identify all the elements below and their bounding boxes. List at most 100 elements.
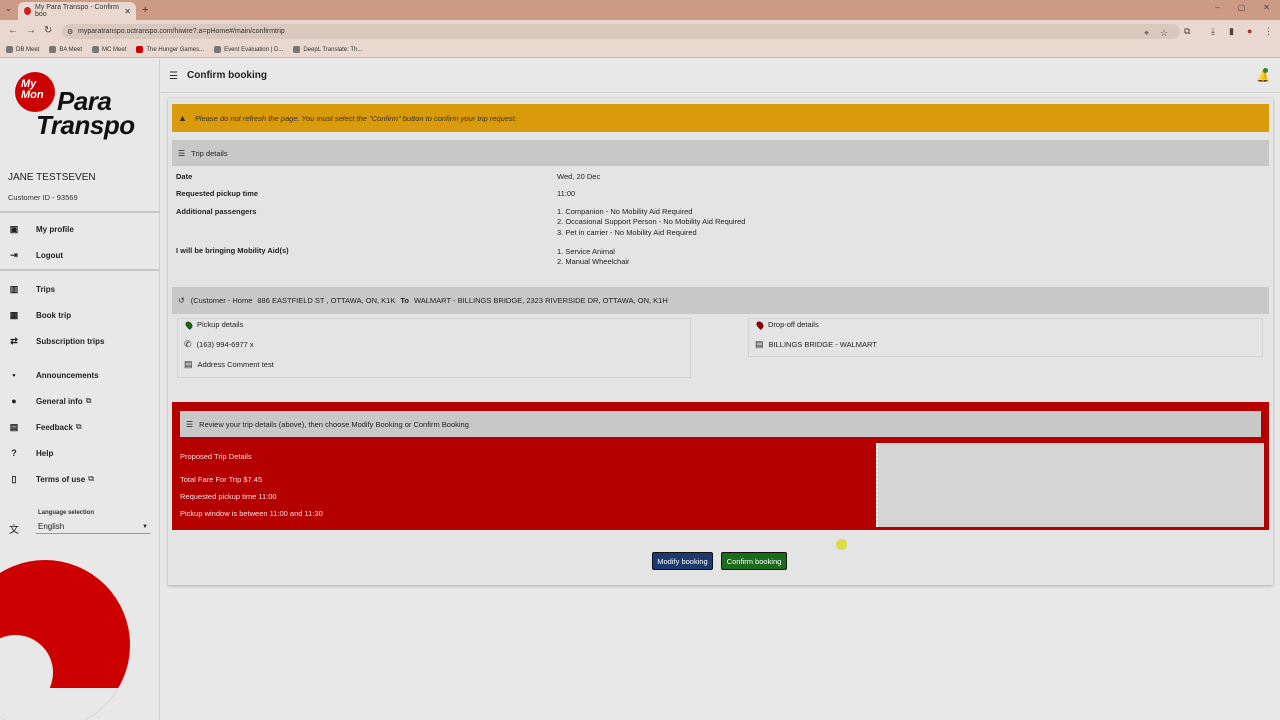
sidebar-item-label: Subscription trips bbox=[36, 336, 105, 346]
date-label: Date bbox=[176, 172, 193, 181]
customer-id: Customer ID - 93569 bbox=[8, 193, 78, 202]
sidebar-item-label: My profile bbox=[36, 224, 74, 234]
review-instruction-text: Review your trip details (above), then c… bbox=[199, 419, 469, 429]
bookmark-item[interactable]: DB Meet bbox=[6, 46, 39, 53]
dropoff-title-text: Drop-off details bbox=[768, 320, 819, 329]
sidebar-item-logout[interactable]: ⇥ Logout bbox=[0, 245, 160, 265]
maximize-icon[interactable]: ▢ bbox=[1238, 3, 1246, 12]
tab-close-icon[interactable]: ✕ bbox=[124, 7, 131, 16]
pickup-phone-text: (163) 994-6977 x bbox=[196, 340, 254, 349]
sidebar-item-my-profile[interactable]: ▣ My profile bbox=[0, 219, 160, 239]
reload-icon[interactable]: ↻ bbox=[44, 25, 52, 36]
new-tab-icon[interactable]: + bbox=[142, 4, 148, 16]
language-label: Language selection bbox=[38, 510, 95, 516]
sidebar-item-trips[interactable]: ▥ Trips bbox=[0, 279, 160, 299]
passengers-list: 1. Companion - No Mobility Aid Required … bbox=[557, 207, 745, 238]
external-link-icon: ⧉ bbox=[85, 396, 92, 405]
tab-search-icon[interactable]: ⌄ bbox=[5, 4, 12, 13]
route-from-label: (Customer - Home bbox=[190, 296, 253, 305]
modify-booking-button[interactable]: Modify booking bbox=[652, 552, 713, 570]
mobility-aids-list: 1. Service Animal 2. Manual Wheelchair bbox=[557, 247, 630, 268]
page-title: Confirm booking bbox=[187, 70, 267, 81]
forward-icon[interactable]: → bbox=[26, 25, 36, 36]
menu-icon[interactable]: ☰ bbox=[169, 71, 178, 82]
list-item: 2. Occasional Support Person - No Mobili… bbox=[557, 217, 746, 227]
site-info-icon[interactable]: ⚙ bbox=[67, 28, 73, 36]
location-icon[interactable]: ⌖ bbox=[1144, 28, 1149, 39]
sidepanel-icon[interactable]: ▮ bbox=[1229, 26, 1234, 37]
sidebar-item-general-info[interactable]: ● General info ⧉ bbox=[0, 391, 160, 411]
bookmark-item[interactable]: The Hunger Games... bbox=[136, 46, 204, 53]
user-name: JANE TESTSEVEN bbox=[8, 172, 96, 183]
route-to-word: To bbox=[400, 296, 409, 305]
url-bar[interactable]: ⚙ myparatranspo.octranspo.com/hiwire?.a=… bbox=[62, 24, 1180, 39]
notification-badge bbox=[1263, 68, 1268, 73]
extensions-icon[interactable]: ⧉ bbox=[1184, 26, 1190, 37]
pickup-pin-icon bbox=[184, 319, 194, 330]
list-item: 2. Manual Wheelchair bbox=[557, 257, 630, 267]
bookmark-item[interactable]: DeepL Translate: Th... bbox=[293, 46, 362, 53]
download-icon[interactable]: ⤓ bbox=[1211, 26, 1215, 37]
minimize-icon[interactable]: – bbox=[1215, 3, 1219, 12]
sidebar-item-terms-of-use[interactable]: ▯ Terms of use ⧉ bbox=[0, 469, 160, 489]
bookmark-item[interactable]: MC Meet bbox=[92, 46, 126, 53]
pickup-comment-text: Address Comment test bbox=[197, 360, 274, 369]
pickup-time-label: Requested pickup time bbox=[176, 189, 259, 198]
dropoff-comment: ▤ BILLINGS BRIDGE - WALMART bbox=[755, 339, 877, 350]
profile-avatar-icon[interactable]: ● bbox=[1247, 26, 1252, 36]
list-icon: ☰ bbox=[178, 148, 186, 158]
sidebar-item-feedback[interactable]: ▤ Feedback ⧉ bbox=[0, 417, 160, 437]
app-topbar bbox=[161, 59, 1280, 93]
url-text: myparatranspo.octranspo.com/hiwire?.a=pH… bbox=[78, 28, 285, 35]
help-icon: ? bbox=[11, 448, 17, 458]
browser-tab[interactable]: My Para Transpo - Confirm boo ✕ bbox=[18, 2, 136, 20]
calendar-icon: ▦ bbox=[9, 309, 19, 320]
language-value: English bbox=[38, 522, 65, 531]
favicon-icon bbox=[24, 7, 31, 15]
list-item: 3. Pet in carrier - No Mobility Aid Requ… bbox=[557, 227, 697, 237]
logo-shape-cut bbox=[0, 688, 130, 720]
review-instruction-bar: ☰ Review your trip details (above), then… bbox=[180, 411, 1261, 437]
dropoff-details-pane bbox=[748, 318, 1263, 357]
bookmark-label: Event Evaluation | D... bbox=[224, 46, 284, 53]
sidebar-divider bbox=[0, 211, 160, 213]
phone-icon: ✆ bbox=[184, 339, 192, 349]
pickup-phone: ✆ (163) 994-6977 x bbox=[184, 339, 254, 350]
language-select[interactable]: English ▼ bbox=[36, 520, 150, 534]
deepl-icon bbox=[293, 46, 301, 53]
sidebar-item-label: Help bbox=[36, 448, 54, 458]
sidebar-item-announcements[interactable]: ▪ Announcements bbox=[0, 365, 160, 385]
sidebar-item-label: General info bbox=[36, 396, 83, 406]
window-close-icon[interactable]: ✕ bbox=[1263, 3, 1270, 12]
sidebar-item-subscription-trips[interactable]: ⇄ Subscription trips bbox=[0, 331, 160, 351]
bookmark-icon bbox=[214, 46, 222, 53]
sidebar-item-label: Trips bbox=[36, 284, 56, 294]
bookmark-item[interactable]: BA Meet bbox=[49, 46, 82, 53]
logo-transpo: Transpo bbox=[36, 110, 135, 140]
bookmark-icon bbox=[49, 46, 57, 53]
route-header: ↺ (Customer - Home 886 EASTFIELD ST , OT… bbox=[172, 287, 1269, 314]
bookmark-star-icon[interactable]: ☆ bbox=[1160, 28, 1168, 39]
warning-text: Please do not refresh the page. You must… bbox=[194, 113, 517, 123]
warning-banner: ▲ Please do not refresh the page. You mu… bbox=[172, 104, 1269, 132]
bookmark-item[interactable]: Event Evaluation | D... bbox=[214, 46, 283, 53]
confirm-booking-button[interactable]: Confirm booking bbox=[721, 552, 787, 570]
sidebar-item-book-trip[interactable]: ▦ Book trip bbox=[0, 305, 160, 325]
history-icon: ↺ bbox=[178, 296, 185, 305]
sidebar-item-label: Terms of use bbox=[36, 474, 86, 484]
translate-icon: 文 bbox=[9, 525, 19, 536]
document-icon: ▯ bbox=[11, 473, 17, 484]
browser-tab-strip: ⌄ My Para Transpo - Confirm boo ✕ + – ▢ … bbox=[0, 0, 1280, 20]
mouse-cursor-highlight bbox=[836, 539, 847, 550]
pickup-time-value: 11:00 bbox=[557, 189, 576, 198]
back-icon[interactable]: ← bbox=[8, 25, 18, 36]
route-from-address: 886 EASTFIELD ST , OTTAWA, ON, K1K bbox=[257, 296, 396, 305]
logo-mon: Mon bbox=[21, 89, 44, 101]
tab-title: My Para Transpo - Confirm boo bbox=[34, 4, 120, 18]
bookmarks-bar: DB Meet BA Meet MC Meet The Hunger Games… bbox=[0, 42, 1280, 58]
bookmark-icon bbox=[6, 46, 13, 53]
pickup-details-title: Pickup details bbox=[184, 319, 243, 330]
sidebar-item-help[interactable]: ? Help bbox=[0, 443, 160, 463]
chrome-menu-icon[interactable]: ⋮ bbox=[1264, 26, 1273, 37]
map-icon: ▥ bbox=[9, 283, 19, 294]
